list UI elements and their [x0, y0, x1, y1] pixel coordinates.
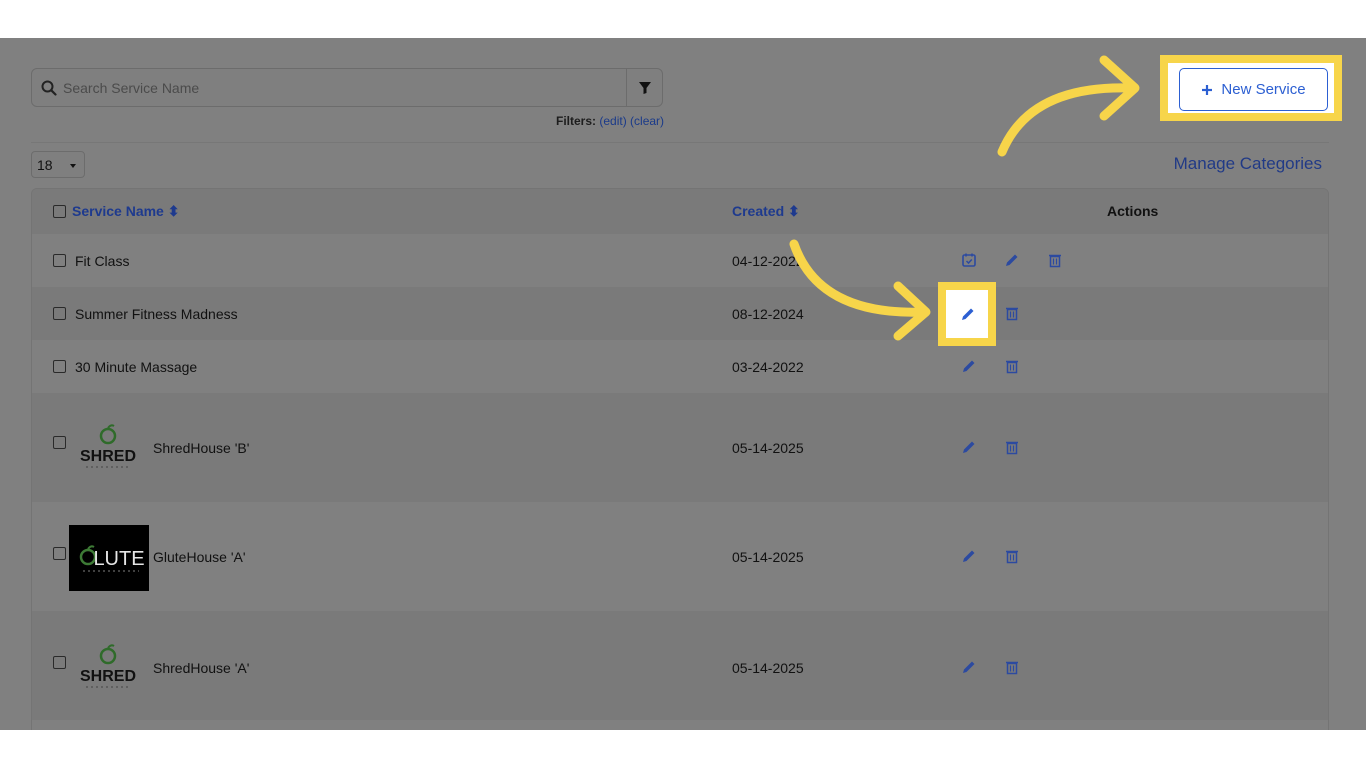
- service-name-header[interactable]: Service Name ⬍: [72, 203, 179, 220]
- table-row: SHRED ShredHouse 'A' 05-14-2025: [32, 611, 1328, 720]
- created-date: 03-24-2022: [732, 359, 804, 375]
- shredhouse-logo: SHRED: [78, 423, 138, 473]
- search-icon: [41, 80, 57, 96]
- created-date: 05-14-2025: [732, 549, 804, 565]
- trash-icon[interactable]: [1004, 439, 1020, 455]
- row-checkbox[interactable]: [53, 307, 66, 320]
- svg-text:SHRED: SHRED: [80, 448, 136, 465]
- sort-icon: ⬍: [788, 203, 800, 219]
- table-row: LUTE GluteHouse 'A' 05-14-2025: [32, 502, 1328, 611]
- filter-icon: [638, 81, 651, 94]
- filters-line: Filters: (edit) (clear): [556, 114, 664, 128]
- created-header-label: Created: [732, 203, 785, 219]
- service-name-header-label: Service Name: [72, 203, 164, 219]
- select-all-checkbox[interactable]: [53, 205, 66, 218]
- arrow-to-new-service: [997, 55, 1140, 157]
- pencil-icon[interactable]: [1004, 252, 1020, 268]
- row-checkbox[interactable]: [53, 547, 66, 560]
- trash-icon[interactable]: [1004, 358, 1020, 374]
- row-checkbox[interactable]: [53, 656, 66, 669]
- new-service-label: New Service: [1221, 81, 1306, 98]
- trash-icon[interactable]: [1047, 252, 1063, 268]
- table-header: Service Name ⬍ Created ⬍ Actions: [32, 189, 1328, 234]
- filters-edit-link[interactable]: (edit): [599, 114, 626, 128]
- sort-icon: ⬍: [167, 203, 180, 219]
- filter-button[interactable]: [626, 69, 662, 106]
- actions-header: Actions: [1107, 203, 1159, 219]
- trash-icon[interactable]: [1004, 548, 1020, 564]
- services-table: Service Name ⬍ Created ⬍ Actions Fit Cla…: [31, 188, 1329, 730]
- row-checkbox[interactable]: [53, 436, 66, 449]
- table-row: SHRED ShredHouse 'B' 05-14-2025: [32, 393, 1328, 502]
- pencil-icon[interactable]: [961, 659, 977, 675]
- pencil-icon[interactable]: [961, 439, 977, 455]
- chevron-down-icon: [70, 164, 76, 168]
- glutehouse-logo: LUTE: [69, 525, 149, 591]
- trash-icon[interactable]: [1004, 659, 1020, 675]
- pencil-icon[interactable]: [961, 358, 977, 374]
- filters-clear-link[interactable]: (clear): [630, 114, 664, 128]
- dimmed-page: Filters: (edit) (clear) 18 Manage Catego…: [0, 38, 1366, 730]
- service-name: ShredHouse 'B': [153, 440, 250, 456]
- new-service-button[interactable]: New Service: [1179, 68, 1328, 111]
- shredhouse-logo: SHRED: [78, 643, 138, 693]
- calendar-check-icon[interactable]: [961, 252, 977, 268]
- service-name: 30 Minute Massage: [75, 359, 198, 375]
- table-row: 30 Minute Massage 03-24-2022: [32, 340, 1328, 393]
- service-name: Summer Fitness Madness: [75, 306, 238, 322]
- search-input[interactable]: [63, 69, 623, 106]
- svg-text:LUTE: LUTE: [93, 548, 144, 570]
- filters-label: Filters:: [556, 114, 597, 128]
- created-date: 05-14-2025: [732, 660, 804, 676]
- created-date: 05-14-2025: [732, 440, 804, 456]
- row-checkbox[interactable]: [53, 360, 66, 373]
- table-row: Fit Class 04-12-2022: [32, 234, 1328, 287]
- svg-text:SHRED: SHRED: [80, 668, 136, 685]
- row-checkbox[interactable]: [53, 254, 66, 267]
- created-header[interactable]: Created ⬍: [732, 203, 800, 220]
- pencil-icon[interactable]: [961, 548, 977, 564]
- service-name: GluteHouse 'A': [153, 549, 246, 565]
- manage-categories-link[interactable]: Manage Categories: [1174, 154, 1322, 174]
- trash-icon[interactable]: [1004, 305, 1020, 321]
- pencil-icon[interactable]: [960, 306, 976, 322]
- arrow-to-edit-icon: [789, 239, 931, 341]
- service-name: Fit Class: [75, 253, 130, 269]
- service-name: ShredHouse 'A': [153, 660, 250, 676]
- page-size-value: 18: [37, 157, 53, 173]
- page-size-select[interactable]: 18: [31, 151, 85, 178]
- plus-icon: [1202, 84, 1213, 95]
- search-bar: [31, 68, 663, 107]
- table-row: Summer Fitness Madness 08-12-2024: [32, 287, 1328, 340]
